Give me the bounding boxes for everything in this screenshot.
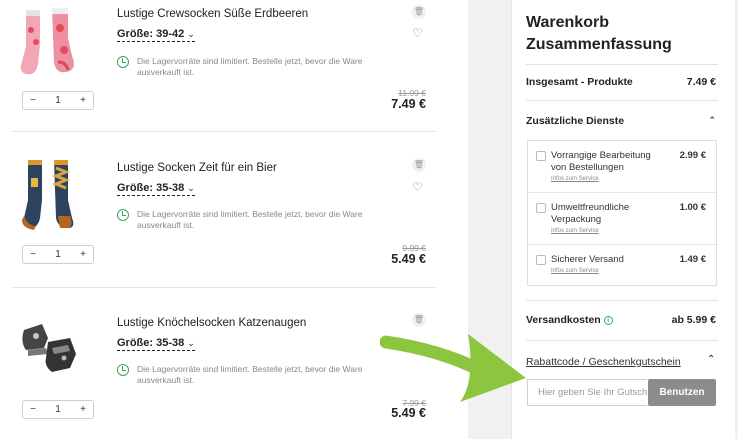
heart-icon[interactable]: ♡ [412, 26, 423, 40]
shipping-value: ab 5.99 € [671, 314, 716, 326]
products-total-value: 7.49 € [686, 76, 716, 88]
stock-notice: Die Lagervorräte sind limitiert. Bestell… [117, 364, 407, 386]
products-total-label: Insgesamt - Produkte [526, 76, 633, 88]
quantity-value[interactable]: 1 [48, 249, 68, 260]
service-name: Umweltfreundliche Verpackung [551, 202, 630, 225]
decrease-button[interactable]: − [23, 95, 43, 106]
service-divider [528, 244, 716, 245]
apply-coupon-button[interactable]: Benutzen [648, 379, 716, 406]
service-divider [528, 192, 716, 193]
service-info-link[interactable]: Infos zum Service [551, 268, 599, 274]
shipping-row: Versandkosten i ab 5.99 € [526, 314, 716, 326]
quantity-stepper[interactable]: − 1 + [22, 400, 94, 419]
extra-services-box: Vorrangige Bearbeitung von Bestellungen … [527, 140, 717, 286]
trash-icon[interactable]: 🗑 [412, 5, 426, 19]
current-price: 5.49 € [391, 406, 426, 420]
heart-icon[interactable]: ♡ [412, 180, 423, 194]
service-checkbox[interactable] [536, 151, 546, 161]
decrease-button[interactable]: − [23, 404, 43, 415]
stock-notice: Die Lagervorräte sind limitiert. Bestell… [117, 56, 407, 78]
service-name: Vorrangige Bearbeitung von Bestellungen [551, 150, 651, 173]
chevron-down-icon: ⌄ [187, 338, 195, 348]
increase-button[interactable]: + [73, 95, 93, 106]
item-divider [12, 287, 436, 288]
quantity-value[interactable]: 1 [48, 95, 68, 106]
product-title[interactable]: Lustige Socken Zeit für ein Bier [117, 162, 277, 174]
increase-button[interactable]: + [73, 404, 93, 415]
item-divider [12, 131, 436, 132]
service-checkbox[interactable] [536, 255, 546, 265]
stock-notice-text: Die Lagervorräte sind limitiert. Bestell… [137, 56, 363, 77]
stock-notice: Die Lagervorräte sind limitiert. Bestell… [117, 209, 407, 231]
trash-icon[interactable]: 🗑 [412, 158, 426, 172]
service-info-link[interactable]: Infos zum Service [551, 228, 599, 234]
shipping-label: Versandkosten [526, 314, 601, 326]
size-selector[interactable]: Größe: 35-38 ⌄ [117, 182, 195, 196]
service-price: 1.49 € [679, 254, 706, 265]
increase-button[interactable]: + [73, 249, 93, 260]
service-price: 1.00 € [679, 202, 706, 213]
product-image-beer-socks[interactable] [18, 158, 82, 236]
service-price: 2.99 € [679, 150, 706, 161]
size-label: Größe: 35-38 [117, 337, 185, 349]
product-image-strawberry-socks[interactable] [18, 6, 82, 84]
size-label: Größe: 39-42 [117, 28, 185, 40]
summary-divider [526, 340, 718, 341]
service-name: Sicherer Versand [551, 254, 624, 265]
chevron-down-icon: ⌄ [187, 29, 195, 39]
chevron-down-icon: ⌄ [187, 183, 195, 193]
chevron-up-icon[interactable]: ⌃ [708, 115, 716, 126]
stock-notice-text: Die Lagervorräte sind limitiert. Bestell… [137, 364, 363, 385]
clock-icon [117, 364, 129, 376]
current-price: 5.49 € [391, 252, 426, 266]
clock-icon [117, 56, 129, 68]
cart-item: − 1 + Lustige Crewsocken Süße Erdbeeren … [0, 0, 468, 150]
stock-notice-text: Die Lagervorräte sind limitiert. Bestell… [137, 209, 363, 230]
summary-divider [526, 300, 718, 301]
product-image-cat-eye-socks[interactable] [18, 312, 82, 390]
quantity-stepper[interactable]: − 1 + [22, 245, 94, 264]
coupon-toggle-link[interactable]: Rabattcode / Geschenkgutschein [526, 356, 681, 368]
current-price: 7.49 € [391, 97, 426, 111]
extra-services-label: Zusätzliche Dienste [526, 115, 625, 127]
summary-divider [526, 64, 718, 65]
chevron-up-icon[interactable]: ⌃ [707, 354, 715, 365]
product-title[interactable]: Lustige Knöchelsocken Katzenaugen [117, 317, 306, 329]
summary-divider [526, 100, 718, 101]
info-icon[interactable]: i [603, 315, 613, 325]
decrease-button[interactable]: − [23, 249, 43, 260]
products-total-row: Insgesamt - Produkte 7.49 € [526, 76, 716, 88]
quantity-stepper[interactable]: − 1 + [22, 91, 94, 110]
coupon-input[interactable]: Hier geben Sie Ihr Gutscheincode ein [527, 379, 647, 406]
summary-title: Warenkorb Zusammenfassung [526, 14, 672, 53]
size-selector[interactable]: Größe: 35-38 ⌄ [117, 337, 195, 351]
size-selector[interactable]: Größe: 39-42 ⌄ [117, 28, 195, 42]
service-checkbox[interactable] [536, 203, 546, 213]
green-arrow-annotation [380, 334, 526, 402]
product-title[interactable]: Lustige Crewsocken Süße Erdbeeren [117, 8, 308, 20]
size-label: Größe: 35-38 [117, 182, 185, 194]
cart-item: − 1 + Lustige Socken Zeit für ein Bier G… [0, 150, 468, 300]
quantity-value[interactable]: 1 [48, 404, 68, 415]
extra-services-header[interactable]: Zusätzliche Dienste ⌃ [526, 115, 716, 127]
clock-icon [117, 209, 129, 221]
service-info-link[interactable]: Infos zum Service [551, 176, 599, 182]
